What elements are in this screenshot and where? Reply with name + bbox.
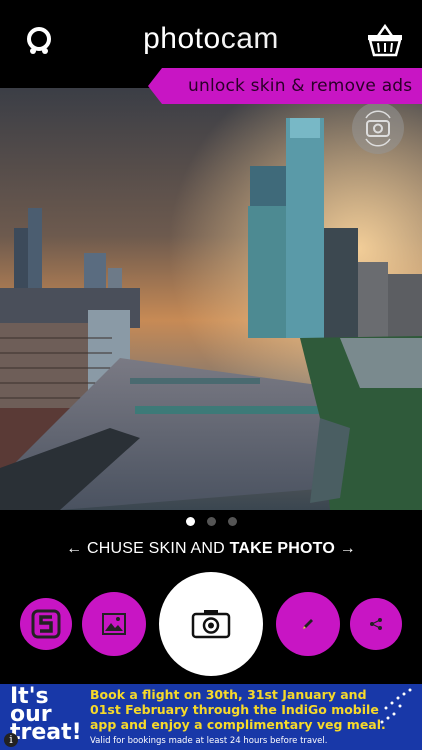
instruction-part2: TAKE PHOTO bbox=[229, 540, 336, 557]
camera-icon bbox=[191, 610, 231, 639]
skins-icon bbox=[31, 609, 61, 639]
app-title-photo: photo bbox=[143, 22, 221, 55]
pager-dot[interactable] bbox=[206, 517, 216, 526]
gallery-icon bbox=[102, 613, 126, 635]
ad-banner[interactable]: It's our treat! Book a flight on 30th, 3… bbox=[0, 684, 422, 750]
ad-info-icon[interactable]: i bbox=[4, 733, 18, 747]
pencil-icon bbox=[303, 619, 313, 629]
plane-dots-icon bbox=[380, 688, 412, 724]
pager-dot[interactable] bbox=[185, 517, 195, 526]
skins-button[interactable] bbox=[20, 598, 72, 650]
shutter-button[interactable] bbox=[159, 572, 263, 676]
promo-text: unlock skin & remove ads bbox=[188, 76, 413, 96]
ad-headline: It's our treat! bbox=[10, 684, 82, 745]
instruction-part1: CHUSE SKIN AND bbox=[86, 540, 225, 557]
ad-body-text: Book a flight on 30th, 31st January and … bbox=[90, 687, 386, 732]
instruction-text: ← CHUSE SKIN AND TAKE PHOTO → bbox=[0, 540, 422, 558]
switch-camera-button[interactable] bbox=[352, 102, 404, 154]
share-button[interactable] bbox=[350, 598, 402, 650]
switch-camera-icon bbox=[365, 110, 391, 147]
unlock-skin-banner[interactable]: unlock skin & remove ads bbox=[148, 68, 422, 104]
ad-fine-print: Valid for bookings made at least 24 hour… bbox=[90, 736, 328, 746]
gallery-button[interactable] bbox=[82, 592, 146, 656]
share-icon bbox=[370, 618, 382, 630]
pager-dot[interactable] bbox=[227, 517, 237, 526]
edit-button[interactable] bbox=[276, 592, 340, 656]
arrow-left-icon: ← bbox=[66, 540, 83, 557]
app-title-cam: cam bbox=[220, 22, 279, 55]
app-title: photocam bbox=[0, 22, 422, 56]
basket-icon[interactable] bbox=[366, 22, 404, 58]
pager-dots bbox=[0, 517, 422, 526]
arrow-right-icon: → bbox=[339, 540, 356, 557]
